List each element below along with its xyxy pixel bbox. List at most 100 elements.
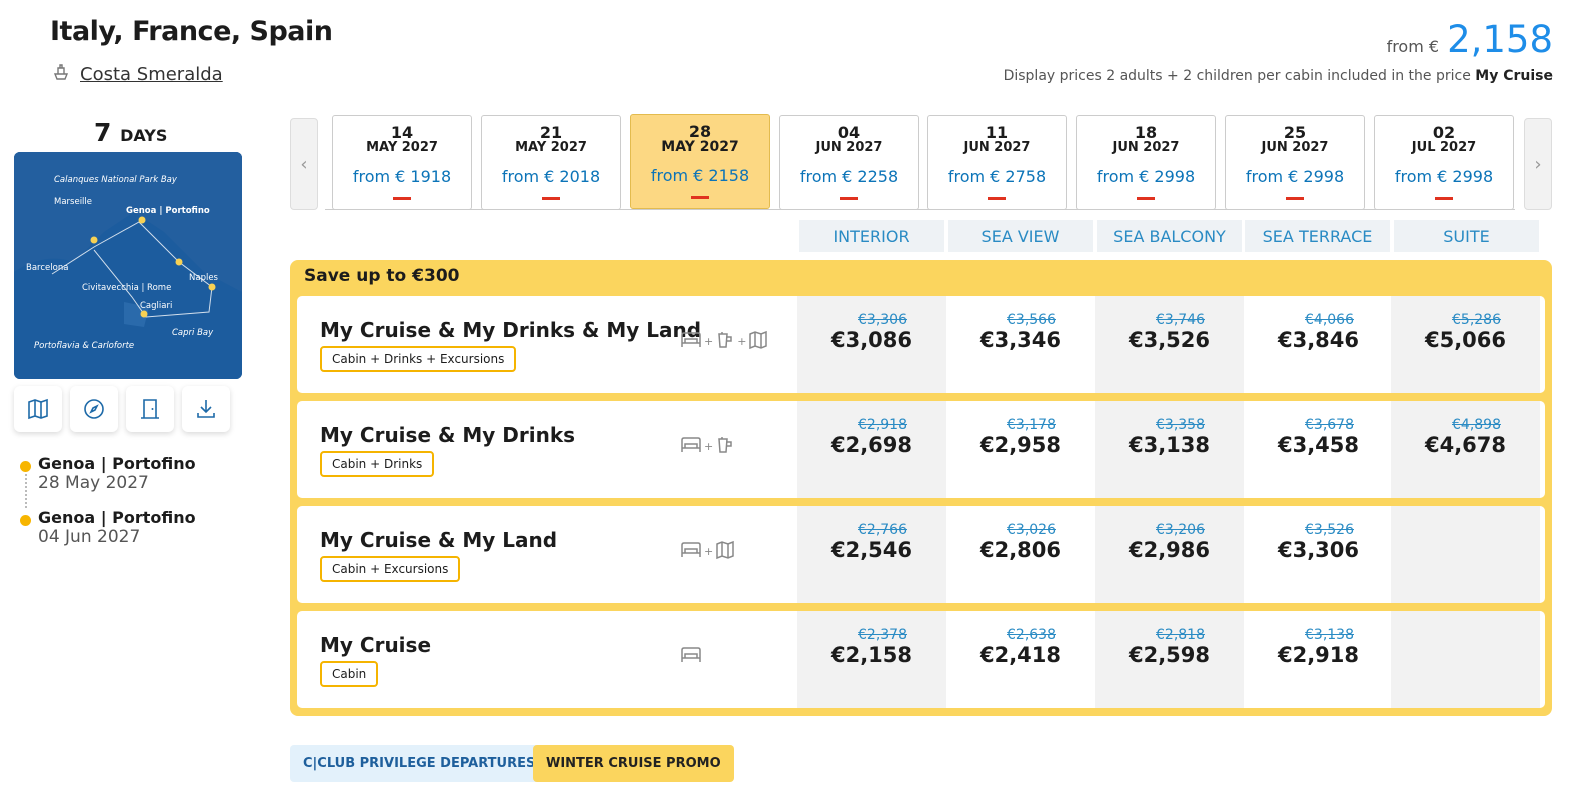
route-map[interactable]: Calanques National Park Bay Marseille Ge… <box>14 152 242 379</box>
download-icon[interactable] <box>182 386 230 432</box>
date-card[interactable]: 11 JUN 2027 from € 2758 <box>927 115 1067 210</box>
original-price: €3,138 <box>1305 627 1354 643</box>
price-cell-sea-terrace[interactable]: €3,138 €2,918 <box>1244 611 1393 708</box>
date-indicator <box>1435 197 1453 200</box>
date-card[interactable]: 04 JUN 2027 from € 2258 <box>779 115 919 210</box>
prev-dates-button[interactable]: ‹ <box>290 118 318 210</box>
date-price: from € 2258 <box>799 167 899 186</box>
price-cell-sea-terrace[interactable]: €4,066 €3,846 <box>1244 296 1393 393</box>
cabin-header-sea-terrace: SEA TERRACE <box>1245 220 1390 252</box>
price-cell-sea-view[interactable]: €2,638 €2,418 <box>946 611 1095 708</box>
price-cell-sea-terrace[interactable]: €3,678 €3,458 <box>1244 401 1393 498</box>
package-tag: Cabin + Drinks + Excursions <box>320 346 517 372</box>
ship-name[interactable]: Costa Smeralda <box>80 64 223 85</box>
bed-icon <box>680 330 702 353</box>
price-cell-sea-view[interactable]: €3,026 €2,806 <box>946 506 1095 603</box>
package-icons: + <box>680 540 735 563</box>
port-name: Genoa | Portofino <box>38 508 196 527</box>
date-price: from € 2998 <box>1394 167 1494 186</box>
date-card[interactable]: 14 MAY 2027 from € 1918 <box>332 115 472 210</box>
date-month: JUN 2027 <box>1261 140 1329 155</box>
port-dot-icon <box>20 515 31 526</box>
discounted-price: €3,346 <box>979 328 1062 352</box>
original-price: €2,818 <box>1156 627 1205 643</box>
date-month: JUN 2027 <box>815 140 883 155</box>
price-cell-interior[interactable]: €2,918 €2,698 <box>797 401 946 498</box>
price-cell-suite[interactable]: €5,286 €5,066 <box>1391 296 1540 393</box>
date-card[interactable]: 21 MAY 2027 from € 2018 <box>481 115 621 210</box>
date-indicator <box>1286 197 1304 200</box>
map-label: Civitavecchia | Rome <box>82 283 171 293</box>
compass-icon[interactable] <box>70 386 118 432</box>
winter-promo-badge[interactable]: WINTER CRUISE PROMO <box>533 745 734 782</box>
header-price: from € 2,158 <box>1387 18 1553 61</box>
price-cell-sea-view[interactable]: €3,178 €2,958 <box>946 401 1095 498</box>
days-number: 7 <box>94 118 112 147</box>
map-label: Portoflavia & Carloforte <box>34 341 134 351</box>
door-icon[interactable] <box>126 386 174 432</box>
price-cell-sea-balcony[interactable]: €3,358 €3,138 <box>1095 401 1244 498</box>
price-cell-sea-view[interactable]: €3,566 €3,346 <box>946 296 1095 393</box>
duration-days: 7 DAYS <box>94 118 167 147</box>
port-date: 28 May 2027 <box>38 473 149 493</box>
date-card[interactable]: 02 JUL 2027 from € 2998 <box>1374 115 1514 210</box>
price-cell-interior[interactable]: €3,306 €3,086 <box>797 296 946 393</box>
price-cell-interior[interactable]: €2,766 €2,546 <box>797 506 946 603</box>
package-row[interactable]: My Cruise Cabin €2,378 €2,158 €2,638 €2,418 €2… <box>297 611 1545 708</box>
discounted-price: €2,418 <box>979 643 1062 667</box>
map-icon[interactable] <box>14 386 62 432</box>
package-icons: + + <box>680 330 768 353</box>
chevron-right-icon: › <box>1534 153 1542 175</box>
next-dates-button[interactable]: › <box>1524 118 1552 210</box>
itinerary: Genoa | Portofino 28 May 2027 Genoa | Po… <box>20 454 196 562</box>
bed-icon <box>680 435 702 458</box>
port-dot-icon <box>20 461 31 472</box>
discounted-price: €3,458 <box>1277 433 1360 457</box>
date-day: 02 <box>1432 123 1456 142</box>
price-cell-suite <box>1391 611 1540 708</box>
bed-icon <box>680 540 702 563</box>
display-note-text: Display prices 2 adults + 2 children per… <box>1003 68 1471 84</box>
date-month: JUN 2027 <box>963 140 1031 155</box>
discounted-price: €3,526 <box>1128 328 1211 352</box>
drink-icon <box>715 330 735 353</box>
package-name: My Cruise <box>320 633 432 657</box>
date-card[interactable]: 28 MAY 2027 from € 2158 <box>630 114 770 209</box>
original-price: €5,286 <box>1452 312 1501 328</box>
date-card[interactable]: 18 JUN 2027 from € 2998 <box>1076 115 1216 210</box>
map-label: Barcelona <box>26 263 68 273</box>
map-icon <box>715 540 735 563</box>
date-indicator <box>393 197 411 200</box>
price-cell-sea-balcony[interactable]: €3,746 €3,526 <box>1095 296 1244 393</box>
date-price: from € 2998 <box>1096 167 1196 186</box>
cclub-badge[interactable]: C|CLUB PRIVILEGE DEPARTURES <box>290 745 549 782</box>
price-cell-sea-balcony[interactable]: €3,206 €2,986 <box>1095 506 1244 603</box>
date-day: 14 <box>390 123 414 142</box>
package-name: My Cruise & My Drinks <box>320 423 576 447</box>
price-cell-suite[interactable]: €4,898 €4,678 <box>1391 401 1540 498</box>
plus-icon: + <box>737 335 747 348</box>
ship-link[interactable]: Costa Smeralda <box>52 62 223 87</box>
price-cell-interior[interactable]: €2,378 €2,158 <box>797 611 946 708</box>
original-price: €2,638 <box>1007 627 1056 643</box>
date-card[interactable]: 25 JUN 2027 from € 2998 <box>1225 115 1365 210</box>
package-row[interactable]: My Cruise & My Land Cabin + Excursions + €2… <box>297 506 1545 603</box>
price-cell-sea-terrace[interactable]: €3,526 €3,306 <box>1244 506 1393 603</box>
package-tag: Cabin + Drinks <box>320 451 435 477</box>
date-day: 25 <box>1283 123 1307 142</box>
date-day: 11 <box>985 123 1009 142</box>
discounted-price: €3,846 <box>1277 328 1360 352</box>
price-cell-suite <box>1391 506 1540 603</box>
plus-icon: + <box>704 440 714 453</box>
promo-title: Save up to €300 <box>304 266 460 286</box>
map-label: Marseille <box>54 197 92 207</box>
price-cell-sea-balcony[interactable]: €2,818 €2,598 <box>1095 611 1244 708</box>
date-day: 21 <box>539 123 563 142</box>
map-actions <box>14 386 230 432</box>
discounted-price: €4,678 <box>1424 433 1507 457</box>
package-row[interactable]: My Cruise & My Drinks & My Land Cabin + D… <box>297 296 1545 393</box>
map-label: Cagliari <box>140 301 172 311</box>
original-price: €3,026 <box>1007 522 1056 538</box>
package-row[interactable]: My Cruise & My Drinks Cabin + Drinks + €2,9… <box>297 401 1545 498</box>
date-indicator <box>988 197 1006 200</box>
